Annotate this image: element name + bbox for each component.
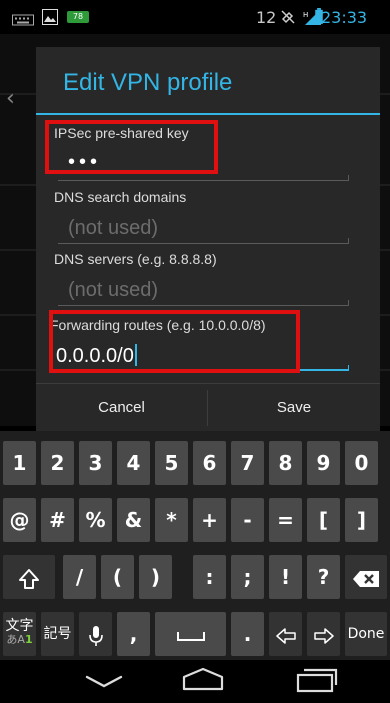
symbols-key[interactable]: 記号: [41, 612, 74, 656]
home-icon[interactable]: [181, 667, 225, 691]
key-open-paren[interactable]: (: [101, 555, 134, 599]
key-question[interactable]: ?: [307, 555, 340, 599]
back-chevron-icon: ‹: [6, 86, 15, 111]
dialog-button-bar: Cancel Save: [36, 383, 380, 432]
key-3[interactable]: 3: [79, 441, 112, 485]
key-close-bracket[interactable]: ]: [345, 498, 378, 542]
key-8[interactable]: 8: [269, 441, 302, 485]
image-icon: [42, 9, 58, 25]
edit-vpn-profile-dialog: Edit VPN profile IPSec pre-shared key ••…: [36, 47, 380, 431]
key-slash[interactable]: /: [63, 555, 96, 599]
key-open-bracket[interactable]: [: [307, 498, 340, 542]
cancel-button[interactable]: Cancel: [36, 384, 207, 432]
shift-icon: [19, 568, 39, 589]
key-equals[interactable]: =: [269, 498, 302, 542]
backspace-icon: [353, 570, 379, 587]
mic-key[interactable]: [79, 612, 112, 656]
arrow-right-icon: [313, 627, 334, 644]
key-plus[interactable]: +: [193, 498, 226, 542]
key-2[interactable]: 2: [41, 441, 74, 485]
space-key[interactable]: [155, 612, 226, 656]
svg-text:H: H: [303, 11, 308, 19]
cursor-left-key[interactable]: [269, 612, 302, 656]
shift-key[interactable]: [3, 555, 55, 599]
key-1[interactable]: 1: [3, 441, 36, 485]
dns-servers-input[interactable]: (not used): [68, 279, 158, 302]
key-exclamation[interactable]: !: [269, 555, 302, 599]
key-semicolon[interactable]: ;: [231, 555, 264, 599]
key-asterisk[interactable]: *: [155, 498, 188, 542]
microphone-icon: [88, 625, 103, 646]
language-key[interactable]: 文字 あA1: [3, 612, 36, 656]
space-icon: [176, 631, 205, 641]
navigation-bar: [0, 660, 390, 703]
dns-search-domains-underline: [58, 238, 349, 244]
dialog-title: Edit VPN profile: [63, 69, 233, 96]
highlight-box-psk: [45, 120, 218, 174]
key-at[interactable]: @: [3, 498, 36, 542]
key-percent[interactable]: %: [79, 498, 112, 542]
key-4[interactable]: 4: [117, 441, 150, 485]
key-7[interactable]: 7: [231, 441, 264, 485]
key-comma[interactable]: ,: [117, 612, 150, 656]
key-9[interactable]: 9: [307, 441, 340, 485]
back-icon[interactable]: [85, 674, 123, 690]
key-minus[interactable]: -: [231, 498, 264, 542]
cursor-right-key[interactable]: [307, 612, 340, 656]
ipsec-psk-underline: [58, 175, 349, 181]
key-hash[interactable]: #: [41, 498, 74, 542]
done-key[interactable]: Done: [345, 612, 387, 656]
key-close-paren[interactable]: ): [139, 555, 172, 599]
mute-icon: [281, 10, 295, 24]
key-5[interactable]: 5: [155, 441, 188, 485]
battery-notification-icon: 78: [67, 11, 89, 23]
highlight-box-routes: [49, 310, 300, 373]
key-0[interactable]: 0: [345, 441, 378, 485]
keyboard-icon: [12, 14, 34, 26]
arrow-left-icon: [275, 627, 296, 644]
key-6[interactable]: 6: [193, 441, 226, 485]
status-bar: 78 12 H 23:33: [0, 0, 390, 34]
dns-servers-label: DNS servers (e.g. 8.8.8.8): [54, 251, 217, 267]
clock: 23:33: [321, 8, 368, 27]
key-colon[interactable]: :: [193, 555, 226, 599]
backspace-key[interactable]: [345, 555, 387, 599]
soft-keyboard: 1 2 3 4 5 6 7 8 9 0 @ # % & * + - = [ ] …: [0, 431, 390, 660]
dns-search-domains-input[interactable]: (not used): [68, 217, 158, 240]
key-period[interactable]: .: [231, 612, 264, 656]
dns-servers-underline: [58, 300, 349, 306]
recent-apps-icon[interactable]: [296, 667, 338, 693]
save-button[interactable]: Save: [208, 384, 380, 432]
dns-search-domains-label: DNS search domains: [54, 189, 187, 205]
notification-count: 12: [256, 8, 277, 27]
key-ampersand[interactable]: &: [117, 498, 150, 542]
title-divider: [36, 113, 380, 115]
